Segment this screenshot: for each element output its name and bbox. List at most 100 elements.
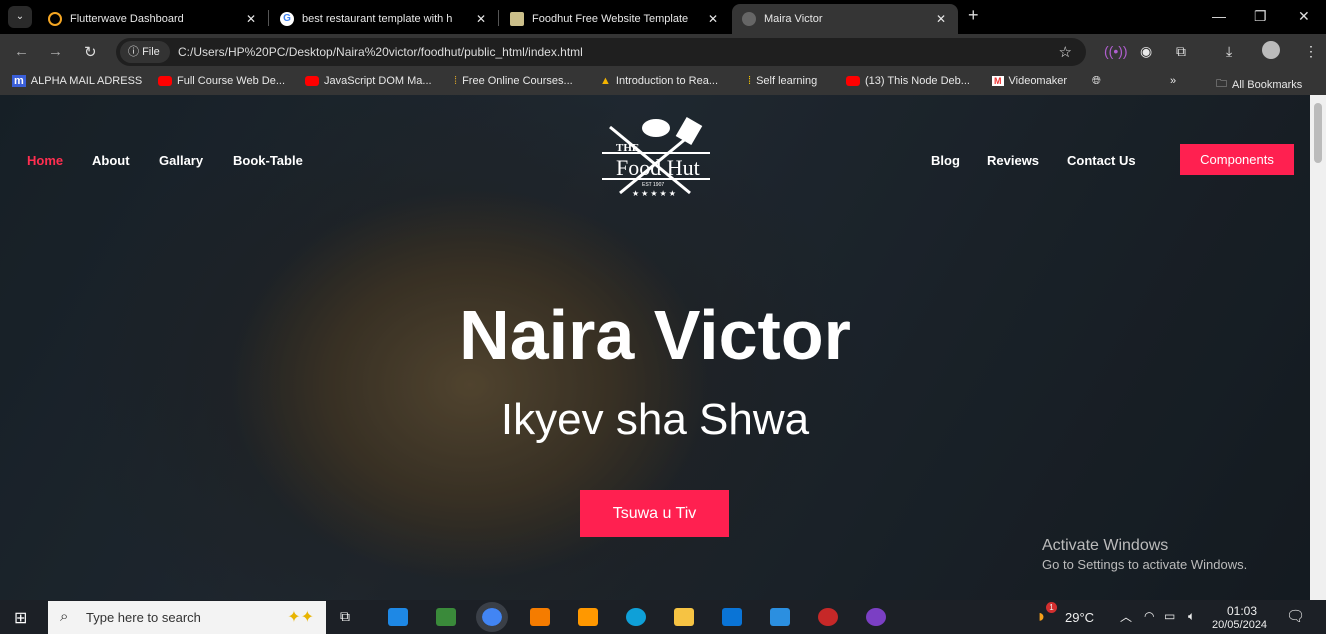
minimize-button[interactable]: —: [1212, 8, 1226, 24]
globe-bookmark[interactable]: 🌐︎: [1092, 75, 1101, 88]
bookmark-item[interactable]: m ALPHA MAIL ADRESS: [12, 75, 142, 87]
edge-icon[interactable]: [626, 608, 646, 626]
search-icon: ⌕: [60, 608, 69, 625]
windows-start-icon[interactable]: ⊞: [14, 608, 27, 628]
battery-icon[interactable]: ▭: [1164, 609, 1175, 623]
taskbar-search-input[interactable]: ⌕ Type here to search ✦✦: [48, 601, 326, 634]
vscode-icon[interactable]: [388, 608, 408, 626]
google-icon: G: [280, 12, 294, 26]
vim-icon[interactable]: [436, 608, 456, 626]
globe-icon: [742, 12, 756, 26]
download-icon[interactable]: ⤓: [1226, 43, 1232, 60]
tab-google-search[interactable]: Gbest restaurant template with h ✕: [270, 4, 498, 34]
star-icon[interactable]: ☆: [1059, 43, 1072, 61]
youtube-icon: [846, 76, 860, 86]
weather-temp[interactable]: 29°C: [1065, 610, 1094, 625]
m-icon: m: [12, 75, 26, 87]
menu-dots-icon[interactable]: ⋮: [1304, 43, 1318, 60]
close-icon[interactable]: ✕: [246, 12, 256, 26]
weather-icon[interactable]: ◗: [1036, 606, 1047, 627]
new-tab-button[interactable]: +: [968, 5, 979, 26]
bookmark-item[interactable]: ▲ Introduction to Rea...: [600, 75, 718, 87]
watermark-title: Activate Windows: [1042, 537, 1169, 554]
notification-icon[interactable]: 🗨︎: [1286, 607, 1305, 625]
bookmark-item[interactable]: (13) This Node Deb...: [846, 75, 970, 87]
tab-flutterwave[interactable]: Flutterwave Dashboard ✕: [38, 4, 268, 34]
bookmark-label: JavaScript DOM Ma...: [324, 75, 432, 87]
extension-icon[interactable]: ((•)): [1104, 43, 1128, 59]
nav-contact-us[interactable]: Contact Us: [1067, 153, 1136, 168]
bookmark-item[interactable]: M Videomaker: [992, 75, 1067, 87]
bookmark-icon: ⁞: [748, 75, 752, 87]
flutterwave-icon: [48, 12, 62, 26]
chrome-icon[interactable]: [476, 602, 508, 632]
nav-book-table[interactable]: Book-Table: [233, 153, 303, 168]
food-hut-logo[interactable]: THE Food Hut EST 1907 ★★★★★: [600, 115, 712, 205]
address-bar[interactable]: ⓘ File C:/Users/HP%20PC/Desktop/Naira%20…: [116, 38, 1086, 66]
scrollbar-thumb[interactable]: [1314, 103, 1322, 163]
opera-icon[interactable]: ◉: [1140, 43, 1152, 60]
xampp-icon[interactable]: [530, 608, 550, 626]
reload-icon[interactable]: ↻: [84, 43, 97, 61]
bookmark-label: Free Online Courses...: [462, 75, 573, 87]
restore-button[interactable]: ❐: [1254, 8, 1267, 25]
logo-stars: ★★★★★: [632, 189, 678, 198]
wifi-icon[interactable]: ◠: [1144, 609, 1154, 623]
forward-icon[interactable]: →: [48, 43, 63, 60]
bookmark-icon: ⁞: [454, 75, 458, 87]
tab-title: Flutterwave Dashboard: [70, 13, 184, 25]
back-icon[interactable]: ←: [14, 43, 29, 60]
chevron-up-icon[interactable]: ︿: [1120, 608, 1132, 625]
bookmark-label: All Bookmarks: [1232, 78, 1303, 91]
tab-search-button[interactable]: ⌄: [8, 6, 32, 28]
profile-avatar[interactable]: [1262, 41, 1280, 59]
file-explorer-icon[interactable]: [674, 608, 694, 626]
globe-icon: 🌐︎: [1092, 75, 1101, 87]
more-bookmarks-icon[interactable]: »: [1170, 75, 1176, 87]
hero-cta-button[interactable]: Tsuwa u Tiv: [580, 490, 729, 537]
url-text[interactable]: C:/Users/HP%20PC/Desktop/Naira%20victor/…: [178, 45, 583, 59]
mail-icon[interactable]: [770, 608, 790, 626]
sublime-icon[interactable]: [578, 608, 598, 626]
extensions-puzzle-icon[interactable]: ⧉: [1176, 43, 1186, 60]
logo-est: EST 1907: [642, 182, 665, 188]
nav-home[interactable]: Home: [27, 153, 63, 168]
close-icon[interactable]: ✕: [936, 12, 946, 26]
nav-reviews[interactable]: Reviews: [987, 153, 1039, 168]
hero-title: Naira Victor: [459, 296, 851, 374]
bookmark-label: (13) This Node Deb...: [865, 75, 970, 87]
task-view-icon[interactable]: ⧉: [340, 608, 360, 626]
store-icon[interactable]: [722, 608, 742, 626]
nav-gallary[interactable]: Gallary: [159, 153, 203, 168]
tab-foodhut[interactable]: Foodhut Free Website Template ✕: [500, 4, 730, 34]
bookmark-item[interactable]: ⁞ Free Online Courses...: [454, 75, 573, 87]
tab-title: best restaurant template with h: [302, 13, 453, 25]
close-window-button[interactable]: ✕: [1298, 8, 1310, 25]
app-icon[interactable]: [818, 608, 838, 626]
scrollbar[interactable]: [1310, 95, 1326, 600]
bookmark-item[interactable]: Full Course Web De...: [158, 75, 285, 87]
search-placeholder: Type here to search: [86, 610, 201, 625]
clock-time[interactable]: 01:03: [1227, 604, 1257, 618]
youtube-icon: [305, 76, 319, 86]
site-info-chip[interactable]: ⓘ File: [120, 41, 170, 63]
nav-blog[interactable]: Blog: [931, 153, 960, 168]
clock-date[interactable]: 20/05/2024: [1212, 619, 1267, 631]
bookmark-label: Self learning: [756, 75, 818, 87]
all-bookmarks[interactable]: 🗀 All Bookmarks: [1216, 75, 1302, 94]
weather-badge: 1: [1046, 602, 1057, 613]
hero-subtitle: Ikyev sha Shwa: [500, 395, 810, 444]
nav-about[interactable]: About: [92, 153, 130, 168]
close-icon[interactable]: ✕: [708, 12, 718, 26]
bookmark-label: Introduction to Rea...: [615, 75, 719, 87]
tab-maira-victor[interactable]: Maira Victor ✕: [732, 4, 958, 34]
tab-strip: ⌄ Flutterwave Dashboard ✕ Gbest restauran…: [0, 0, 1326, 34]
hero-section: Home About Gallary Book-Table THE Food H…: [0, 95, 1310, 600]
bookmark-item[interactable]: ⁞ Self learning: [748, 75, 817, 87]
folder-icon: 🗀: [1216, 78, 1227, 90]
close-icon[interactable]: ✕: [476, 12, 486, 26]
components-button[interactable]: Components: [1180, 144, 1294, 175]
bookmark-item[interactable]: JavaScript DOM Ma...: [305, 75, 432, 87]
github-icon[interactable]: [866, 608, 886, 626]
volume-icon[interactable]: 🔈︎: [1188, 609, 1195, 624]
